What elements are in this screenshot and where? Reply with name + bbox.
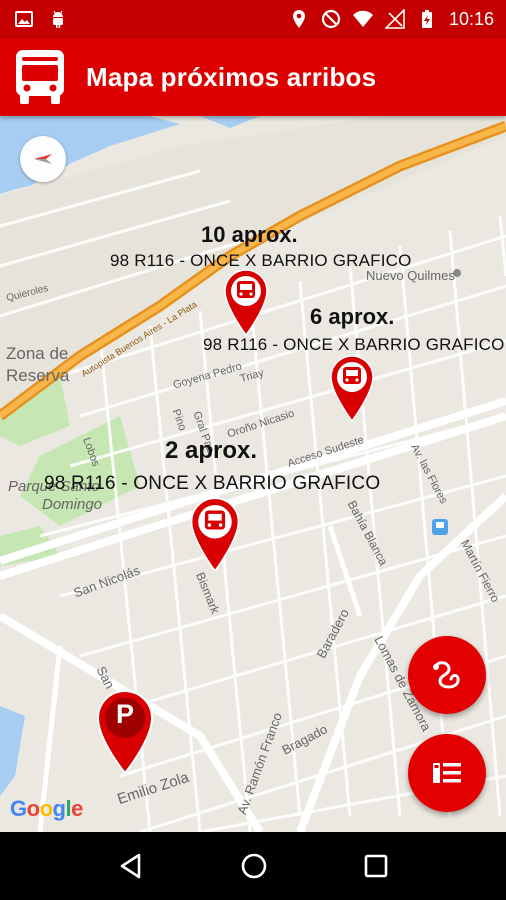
arrival-count-1: 10 aprox.: [201, 222, 298, 247]
list-fab-button[interactable]: [408, 734, 486, 812]
arrival-count-2: 6 aprox.: [310, 304, 395, 329]
navigation-bar: [0, 832, 506, 900]
arrival-count-3: 2 aprox.: [165, 437, 258, 464]
compass-icon: [34, 154, 52, 164]
compass-button[interactable]: [20, 136, 66, 182]
arrival-route-3: 98 R116 - ONCE X BARRIO GRAFICO: [44, 473, 381, 494]
do-not-disturb-icon: [321, 9, 341, 29]
place-label-domingo: Domingo: [42, 496, 103, 513]
parking-marker-label: P: [115, 699, 134, 729]
recents-icon[interactable]: [363, 853, 389, 879]
route-fab-button[interactable]: [408, 636, 486, 714]
bus-marker-2[interactable]: [328, 354, 376, 422]
route-icon: [433, 661, 460, 689]
status-time: 10:16: [448, 8, 494, 29]
app-title: Mapa próximos arribos: [86, 61, 377, 92]
bus-marker-3[interactable]: [188, 496, 242, 572]
map-view[interactable]: Nuevo Quilmes Zona de Reserva Parque San…: [0, 116, 506, 832]
back-icon[interactable]: [117, 852, 145, 880]
bus-marker-1[interactable]: [222, 268, 270, 336]
list-icon: [433, 763, 461, 783]
android-icon: [53, 10, 63, 28]
signal-icon: [384, 9, 405, 29]
battery-icon: [421, 10, 432, 28]
place-label-zona-de: Zona de: [6, 344, 69, 363]
status-bar: 10:16: [0, 0, 506, 38]
google-logo: Google: [10, 796, 83, 821]
app-bar: Mapa próximos arribos: [0, 38, 506, 116]
home-icon[interactable]: [239, 851, 269, 881]
place-label-reserva: Reserva: [6, 366, 70, 385]
parking-marker[interactable]: P: [95, 689, 155, 775]
bus-icon: [16, 50, 64, 104]
location-icon: [292, 10, 305, 28]
arrival-route-2: 98 R116 - ONCE X BARRIO GRAFICO: [203, 335, 505, 354]
wifi-icon: [352, 10, 373, 28]
image-icon: [15, 11, 33, 27]
